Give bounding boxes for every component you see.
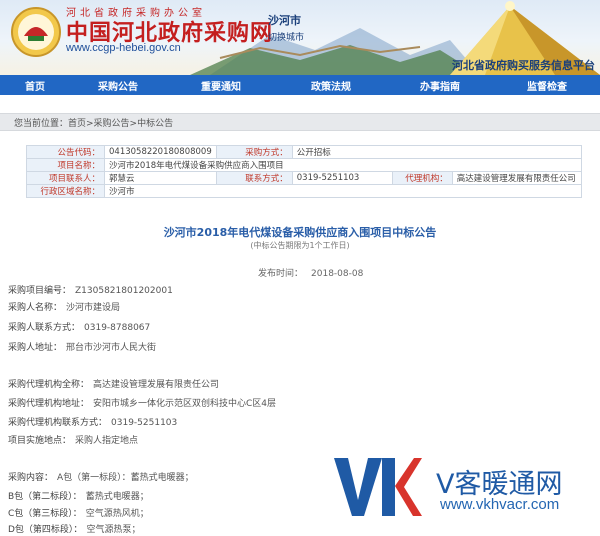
breadcrumb-label: 您当前位置： (14, 118, 69, 129)
city-switch-link[interactable]: 切换城市 (268, 30, 304, 43)
nav-policies[interactable]: 政策法规 (276, 78, 386, 93)
table-row: 行政区域名称： 沙河市 (26, 184, 582, 198)
list-item: 项目实施地点： 采购人指定地点 (8, 436, 139, 446)
agency-label: 代理机构： (391, 171, 453, 185)
table-row: 项目联系人： 郭慧云 联系方式： 0319-5251103 代理机构： 高达建设… (26, 171, 583, 185)
watermark-url: www.vkhvacr.com (440, 496, 560, 513)
method-label: 采购方式： (215, 145, 293, 159)
list-item: C包（第三标段）： 空气源热风机； (8, 509, 149, 519)
nav-guide[interactable]: 办事指南 (386, 78, 494, 93)
phone-value: 0319-5251103 (291, 171, 393, 185)
list-item: B包（第二标段）： 蓄热式电暖器； (8, 492, 149, 502)
breadcrumb: 您当前位置： 首页>采购公告>中标公告 (0, 113, 600, 131)
region-value: 沙河市 (104, 184, 582, 198)
announcement-code-label: 公告代码： (26, 145, 105, 159)
nav-notices[interactable]: 重要通知 (166, 78, 276, 93)
breadcrumb-path[interactable]: 首页>采购公告>中标公告 (68, 116, 173, 129)
publish-time: 发布时间： 2018-08-08 (258, 266, 363, 279)
site-banner: 河北省政府采购办公室 中国河北政府采购网 www.ccgp-hebei.gov.… (0, 0, 600, 75)
hebei-procurement-emblem-icon (11, 7, 61, 57)
method-value: 公开招标 (291, 145, 583, 159)
project-name: 沙河市2018年电代煤设备采购供应商入围项目 (104, 158, 582, 172)
nav-home[interactable]: 首页 (0, 78, 70, 93)
project-name-label: 项目名称： (26, 158, 105, 172)
announcement-code: 0413058220180808009 (104, 145, 217, 159)
list-item: 采购代理机构地址： 安阳市城乡一体化示范区双创科技中心C区4层 (8, 399, 277, 409)
city-name: 沙河市 (268, 14, 301, 27)
agency-value: 高达建设管理发展有限责任公司 (451, 171, 583, 185)
phone-label: 联系方式： (215, 171, 293, 185)
contact-label: 项目联系人： (26, 171, 105, 185)
contact-value: 郭慧云 (104, 171, 217, 185)
publish-label: 发布时间： (258, 269, 304, 279)
list-item: D包（第四标段）： 空气源热泵； (8, 525, 141, 535)
announcement-title: 沙河市2018年电代煤设备采购供应商入围项目中标公告 (163, 226, 437, 239)
region-label: 行政区域名称： (26, 184, 105, 198)
announcement-subtitle: (中标公告期限为1个工作日) (250, 241, 350, 250)
vk-logo-icon (334, 458, 422, 516)
platform-link[interactable]: 河北省政府购买服务信息平台 (452, 57, 595, 73)
list-item: 采购代理机构全称： 高达建设管理发展有限责任公司 (8, 380, 220, 390)
list-item: 采购内容： A包（第一标段）：蓄热式电暖器； (8, 473, 194, 483)
list-item: 采购人联系方式： 0319-8788067 (8, 323, 151, 333)
table-row: 项目名称： 沙河市2018年电代煤设备采购供应商入围项目 (26, 158, 582, 172)
list-item: 采购人名称： 沙河市建设局 (8, 303, 121, 313)
publish-date: 2018-08-08 (311, 269, 364, 279)
nav-announcements[interactable]: 采购公告 (70, 78, 166, 93)
site-url[interactable]: www.ccgp-hebei.gov.cn (66, 42, 181, 54)
announcement-info-table: 公告代码： 0413058220180808009 采购方式： 公开招标 项目名… (26, 145, 583, 198)
list-item: 采购人地址： 邢台市沙河市人民大街 (8, 343, 157, 353)
nav-supervision[interactable]: 监督检查 (494, 78, 600, 93)
main-nav: 首页 采购公告 重要通知 政策法规 办事指南 监督检查 (0, 75, 600, 95)
list-item: 采购代理机构联系方式： 0319-5251103 (8, 418, 178, 428)
list-item: 采购项目编号： Z1305821801202001 (8, 286, 173, 296)
table-row: 公告代码： 0413058220180808009 采购方式： 公开招标 (26, 145, 583, 159)
